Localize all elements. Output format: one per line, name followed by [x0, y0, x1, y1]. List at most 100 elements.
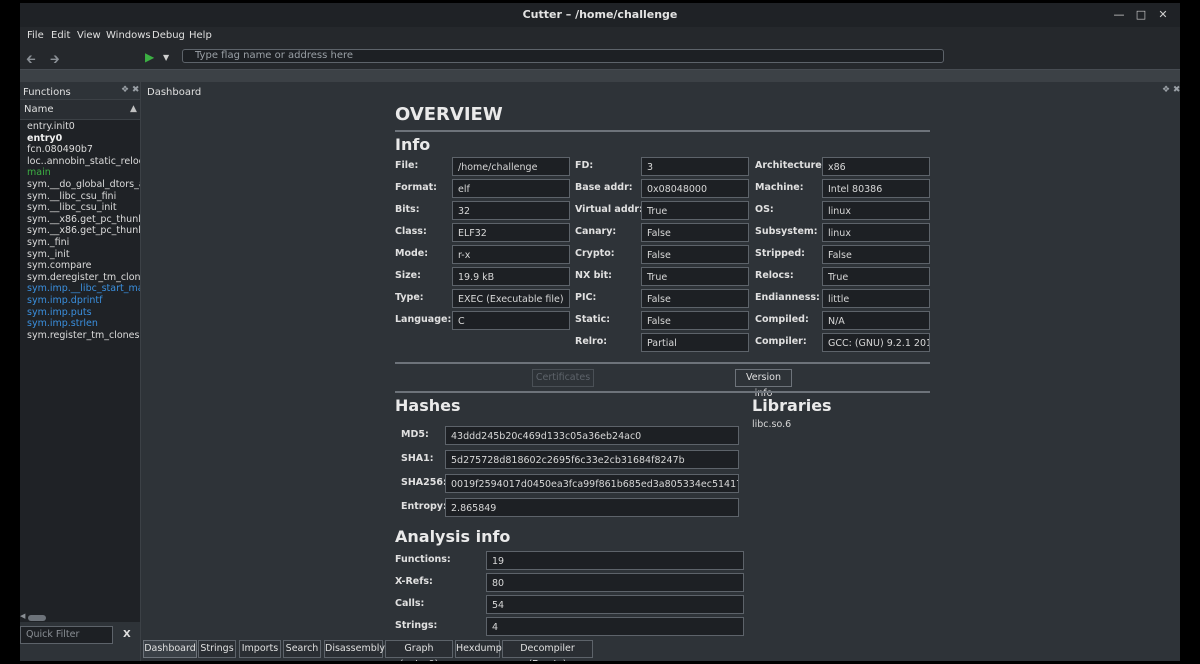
info-value-field[interactable]: 32	[452, 201, 570, 220]
functions-list: entry.init0 entry0 fcn.080490b7 loc..annobi…	[20, 120, 140, 614]
tab-disassembly[interactable]: Disassembly	[324, 640, 385, 658]
function-item[interactable]: fcn.080490b7	[27, 144, 93, 155]
info-value-field[interactable]: Partial	[641, 333, 749, 352]
tab-strings[interactable]: Strings	[198, 640, 236, 658]
name-column-header[interactable]: Name ▲	[20, 99, 140, 120]
info-value-field[interactable]: True	[822, 267, 930, 286]
info-value-field[interactable]: False	[641, 311, 749, 330]
info-value-field[interactable]: 19.9 kB	[452, 267, 570, 286]
function-item[interactable]: entry.init0	[27, 121, 75, 132]
hash-value-field[interactable]: 5d275728d818602c2695f6c33e2cb31684f8247b	[445, 450, 739, 469]
back-arrow-icon[interactable]: 🡰	[26, 50, 36, 71]
scrollbar-thumb[interactable]	[28, 615, 46, 621]
info-value-field[interactable]: 3	[641, 157, 749, 176]
panel-controls-icon[interactable]: ❖ ✖	[121, 85, 139, 95]
info-label: Relocs:	[755, 270, 794, 281]
function-item[interactable]: entry0	[27, 133, 62, 144]
info-value-field[interactable]: False	[822, 245, 930, 264]
library-item: libc.so.6	[752, 419, 792, 430]
menu-view[interactable]: View	[77, 30, 101, 41]
info-label: PIC:	[575, 292, 597, 303]
clear-filter-button[interactable]: X	[123, 629, 131, 640]
info-value-field[interactable]: linux	[822, 223, 930, 242]
function-item[interactable]: loc..annobin_static_reloc.c	[27, 156, 140, 167]
play-icon[interactable]: ▶	[145, 50, 154, 64]
info-label: Language:	[395, 314, 452, 325]
horizontal-scrollbar[interactable]: ◀	[20, 612, 140, 622]
hash-value-field[interactable]: 2.865849	[445, 498, 739, 517]
info-value-field[interactable]: ELF32	[452, 223, 570, 242]
info-value-field[interactable]: False	[641, 223, 749, 242]
maximize-icon[interactable]: □	[1132, 6, 1150, 24]
info-value-field[interactable]: C	[452, 311, 570, 330]
toolbar-strip	[20, 69, 1180, 82]
version-info-button[interactable]: Version info	[735, 369, 792, 399]
menu-help[interactable]: Help	[189, 30, 212, 41]
info-value-field[interactable]: EXEC (Executable file)	[452, 289, 570, 308]
quick-filter-input[interactable]: Quick Filter	[20, 626, 113, 644]
minimize-icon[interactable]: —	[1110, 6, 1128, 24]
function-item[interactable]: sym.__x86.get_pc_thunk.bp	[27, 214, 140, 225]
analysis-value-field[interactable]: 54	[486, 595, 744, 614]
hash-label: MD5:	[401, 429, 429, 440]
hash-label: Entropy:	[401, 501, 447, 512]
function-item[interactable]: sym.deregister_tm_clones	[27, 272, 140, 283]
info-value-field[interactable]: False	[641, 245, 749, 264]
menu-windows[interactable]: Windows	[106, 30, 151, 41]
menu-edit[interactable]: Edit	[51, 30, 70, 41]
tab-dashboard[interactable]: Dashboard	[143, 640, 197, 658]
tab-decompiler-empty[interactable]: Decompiler (Empty)	[502, 640, 593, 661]
function-item[interactable]: sym._fini	[27, 237, 69, 248]
info-value-field[interactable]: True	[641, 267, 749, 286]
analysis-value-field[interactable]: 80	[486, 573, 744, 592]
dropdown-icon[interactable]: ▼	[163, 53, 169, 62]
function-item[interactable]: sym.compare	[27, 260, 92, 271]
hash-value-field[interactable]: 43ddd245b20c469d133c05a36eb24ac0	[445, 426, 739, 445]
info-value-field[interactable]: linux	[822, 201, 930, 220]
tab-search[interactable]: Search	[283, 640, 321, 658]
info-value-field[interactable]: r-x	[452, 245, 570, 264]
analysis-value-field[interactable]: 19	[486, 551, 744, 570]
function-item[interactable]: sym.__x86.get_pc_thunk.bx	[27, 225, 140, 236]
info-value-field[interactable]: Intel 80386	[822, 179, 930, 198]
analysis-value-field[interactable]: 4	[486, 617, 744, 636]
info-value-field[interactable]: 0x08048000	[641, 179, 749, 198]
panel-controls-icon[interactable]: ❖ ✖	[1162, 85, 1180, 95]
info-label: Subsystem:	[755, 226, 818, 237]
function-item[interactable]: sym.imp.strlen	[27, 318, 98, 329]
search-input[interactable]: Type flag name or address here	[182, 49, 944, 63]
function-item[interactable]: sym.register_tm_clones	[27, 330, 139, 341]
certificates-button[interactable]: Certificates	[532, 369, 594, 387]
tab-hexdump[interactable]: Hexdump	[455, 640, 502, 658]
tab-imports[interactable]: Imports	[239, 640, 281, 658]
info-value-field[interactable]: GCC: (GNU) 9.2.1 20190	[822, 333, 930, 352]
function-item[interactable]: main	[27, 167, 51, 178]
info-value-field[interactable]: False	[641, 289, 749, 308]
function-item[interactable]: sym.__libc_csu_fini	[27, 191, 116, 202]
info-value-field[interactable]: elf	[452, 179, 570, 198]
menu-file[interactable]: File	[27, 30, 44, 41]
info-value-field[interactable]: N/A	[822, 311, 930, 330]
forward-arrow-icon[interactable]: 🡲	[50, 50, 60, 71]
function-item[interactable]: sym.__libc_csu_init	[27, 202, 117, 213]
function-item[interactable]: sym.imp.dprintf	[27, 295, 103, 306]
bottom-tab-bar: Dashboard Strings Imports Search Disassembly…	[141, 637, 1180, 661]
function-item[interactable]: sym.__do_global_dtors_aux	[27, 179, 140, 190]
function-item[interactable]: sym.imp.__libc_start_main	[27, 283, 140, 294]
info-value-field[interactable]: True	[641, 201, 749, 220]
info-label: Size:	[395, 270, 421, 281]
dashboard-title: Dashboard	[147, 87, 202, 98]
menu-debug[interactable]: Debug	[152, 30, 185, 41]
info-label: Static:	[575, 314, 611, 325]
function-item[interactable]: sym.imp.puts	[27, 307, 92, 318]
scroll-left-icon[interactable]: ◀	[20, 612, 25, 620]
hash-value-field[interactable]: 0019f2594017d0450ea3fca99f861b685ed3a805…	[445, 474, 739, 493]
divider	[395, 391, 930, 393]
analysis-label: Calls:	[395, 598, 425, 609]
info-value-field[interactable]: /home/challenge	[452, 157, 570, 176]
info-value-field[interactable]: little	[822, 289, 930, 308]
close-icon[interactable]: ✕	[1154, 6, 1172, 24]
function-item[interactable]: sym._init	[27, 249, 70, 260]
info-value-field[interactable]: x86	[822, 157, 930, 176]
tab-graph-entry0[interactable]: Graph (entry0)	[385, 640, 453, 661]
